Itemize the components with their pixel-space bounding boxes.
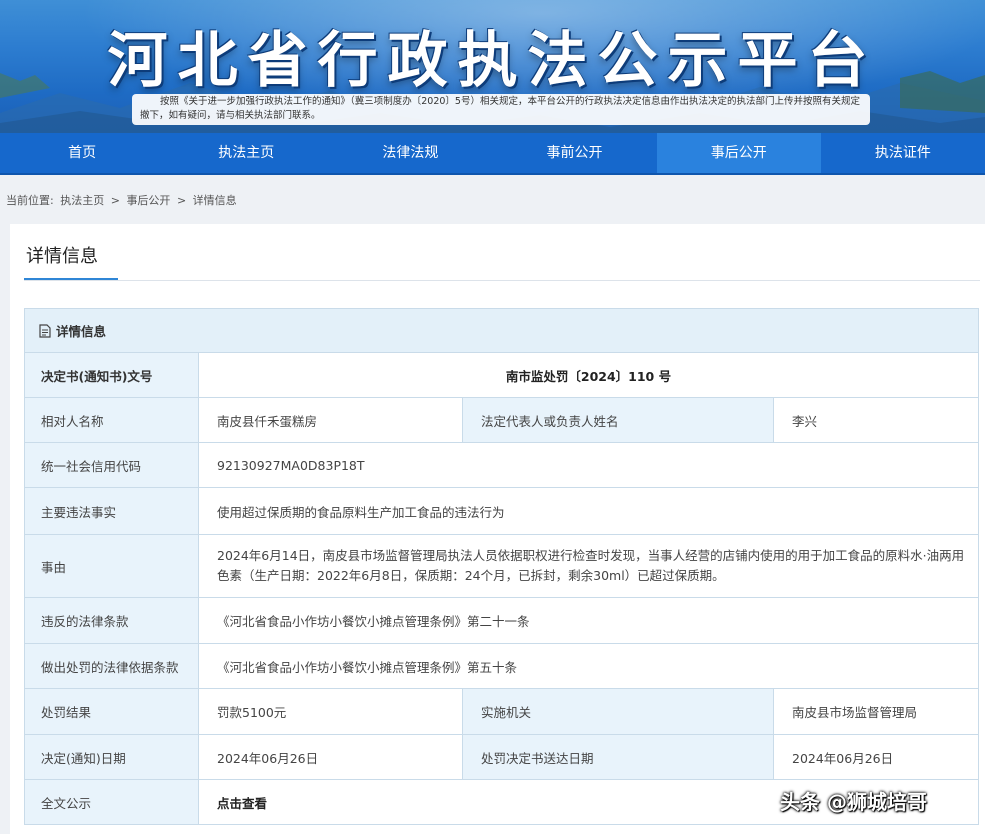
nav-item-enforcement-home[interactable]: 执法主页 [164, 133, 328, 173]
breadcrumb: 当前位置: 执法主页 > 事后公开 > 详情信息 [6, 192, 240, 208]
table-row: 处罚结果 罚款5100元 实施机关 南皮县市场监督管理局 [24, 688, 979, 735]
nav-item-post-disclosure[interactable]: 事后公开 [656, 133, 821, 173]
breadcrumb-item-post-disclosure[interactable]: 事后公开 [126, 194, 170, 207]
banner: 河北省行政执法公示平台 按照《关于进一步加强行政执法工作的通知》（冀三项制度办〔… [0, 0, 985, 133]
nav-item-certificates[interactable]: 执法证件 [821, 133, 985, 173]
credit-code-label: 统一社会信用代码 [24, 442, 199, 488]
cause-label: 事由 [24, 534, 199, 598]
table-caption-text: 详情信息 [56, 324, 107, 339]
breadcrumb-separator: > [176, 194, 187, 207]
breadcrumb-separator: > [110, 194, 120, 207]
full-text-label: 全文公示 [24, 779, 199, 825]
nav-item-home[interactable]: 首页 [0, 133, 164, 173]
decision-no-value: 南市监处罚〔2024〕110 号 [198, 352, 979, 398]
table-row: 决定书(通知书)文号 南市监处罚〔2024〕110 号 [24, 352, 979, 398]
nav-item-laws[interactable]: 法律法规 [328, 133, 492, 173]
delivery-date-value: 2024年06月26日 [773, 734, 979, 780]
breadcrumb-item-detail: 详情信息 [192, 194, 237, 207]
legal-rep-value: 李兴 [773, 397, 979, 443]
table-caption: 详情信息 [24, 308, 979, 353]
main-fact-value: 使用超过保质期的食品原料生产加工食品的违法行为 [198, 487, 979, 535]
decision-date-label: 决定(通知)日期 [24, 734, 199, 780]
table-row: 主要违法事实 使用超过保质期的食品原料生产加工食品的违法行为 [24, 487, 979, 535]
penalty-result-label: 处罚结果 [24, 688, 199, 735]
page-title: 详情信息 [26, 246, 98, 267]
legal-rep-label: 法定代表人或负责人姓名 [462, 397, 774, 443]
decision-no-label: 决定书(通知书)文号 [24, 352, 199, 398]
view-full-text-link[interactable]: 点击查看 [217, 796, 267, 811]
main-nav: 首页 执法主页 法律法规 事前公开 事后公开 执法证件 [0, 133, 985, 175]
breadcrumb-item-enforcement-home[interactable]: 执法主页 [60, 194, 104, 207]
violated-law-label: 违反的法律条款 [24, 597, 199, 644]
table-row: 决定(通知)日期 2024年06月26日 处罚决定书送达日期 2024年06月2… [24, 734, 979, 780]
divider [24, 280, 980, 281]
cause-value: 2024年6月14日，南皮县市场监督管理局执法人员依据职权进行检查时发现，当事人… [198, 534, 979, 598]
table-row: 事由 2024年6月14日，南皮县市场监督管理局执法人员依据职权进行检查时发现，… [24, 534, 979, 598]
penalty-basis-label: 做出处罚的法律依据条款 [24, 643, 199, 689]
agency-value: 南皮县市场监督管理局 [773, 688, 979, 735]
main-fact-label: 主要违法事实 [24, 487, 199, 535]
table-caption-row: 详情信息 [24, 308, 979, 353]
table-row: 违反的法律条款 《河北省食品小作坊小餐饮小摊点管理条例》第二十一条 [24, 597, 979, 644]
table-row: 统一社会信用代码 92130927MA0D83P18T [24, 442, 979, 488]
credit-code-value: 92130927MA0D83P18T [198, 442, 979, 488]
agency-label: 实施机关 [462, 688, 774, 735]
party-value: 南皮县仟禾蛋糕房 [198, 397, 463, 443]
table-row: 相对人名称 南皮县仟禾蛋糕房 法定代表人或负责人姓名 李兴 [24, 397, 979, 443]
delivery-date-label: 处罚决定书送达日期 [462, 734, 774, 780]
nav-item-pre-disclosure[interactable]: 事前公开 [492, 133, 656, 173]
detail-table: 详情信息 决定书(通知书)文号 南市监处罚〔2024〕110 号 相对人名称 南… [24, 308, 979, 825]
table-row: 做出处罚的法律依据条款 《河北省食品小作坊小餐饮小摊点管理条例》第五十条 [24, 643, 979, 689]
violated-law-value: 《河北省食品小作坊小餐饮小摊点管理条例》第二十一条 [198, 597, 979, 644]
decision-date-value: 2024年06月26日 [198, 734, 463, 780]
penalty-basis-value: 《河北省食品小作坊小餐饮小摊点管理条例》第五十条 [198, 643, 979, 689]
site-notice: 按照《关于进一步加强行政执法工作的通知》（冀三项制度办〔2020〕5号）相关规定… [132, 94, 870, 125]
document-icon [39, 324, 51, 338]
breadcrumb-prefix: 当前位置: [6, 194, 54, 207]
party-label: 相对人名称 [24, 397, 199, 443]
watermark: 头条 @狮城培哥 [780, 790, 927, 814]
penalty-result-value: 罚款5100元 [198, 688, 463, 735]
site-title: 河北省行政执法公示平台 [107, 26, 878, 96]
